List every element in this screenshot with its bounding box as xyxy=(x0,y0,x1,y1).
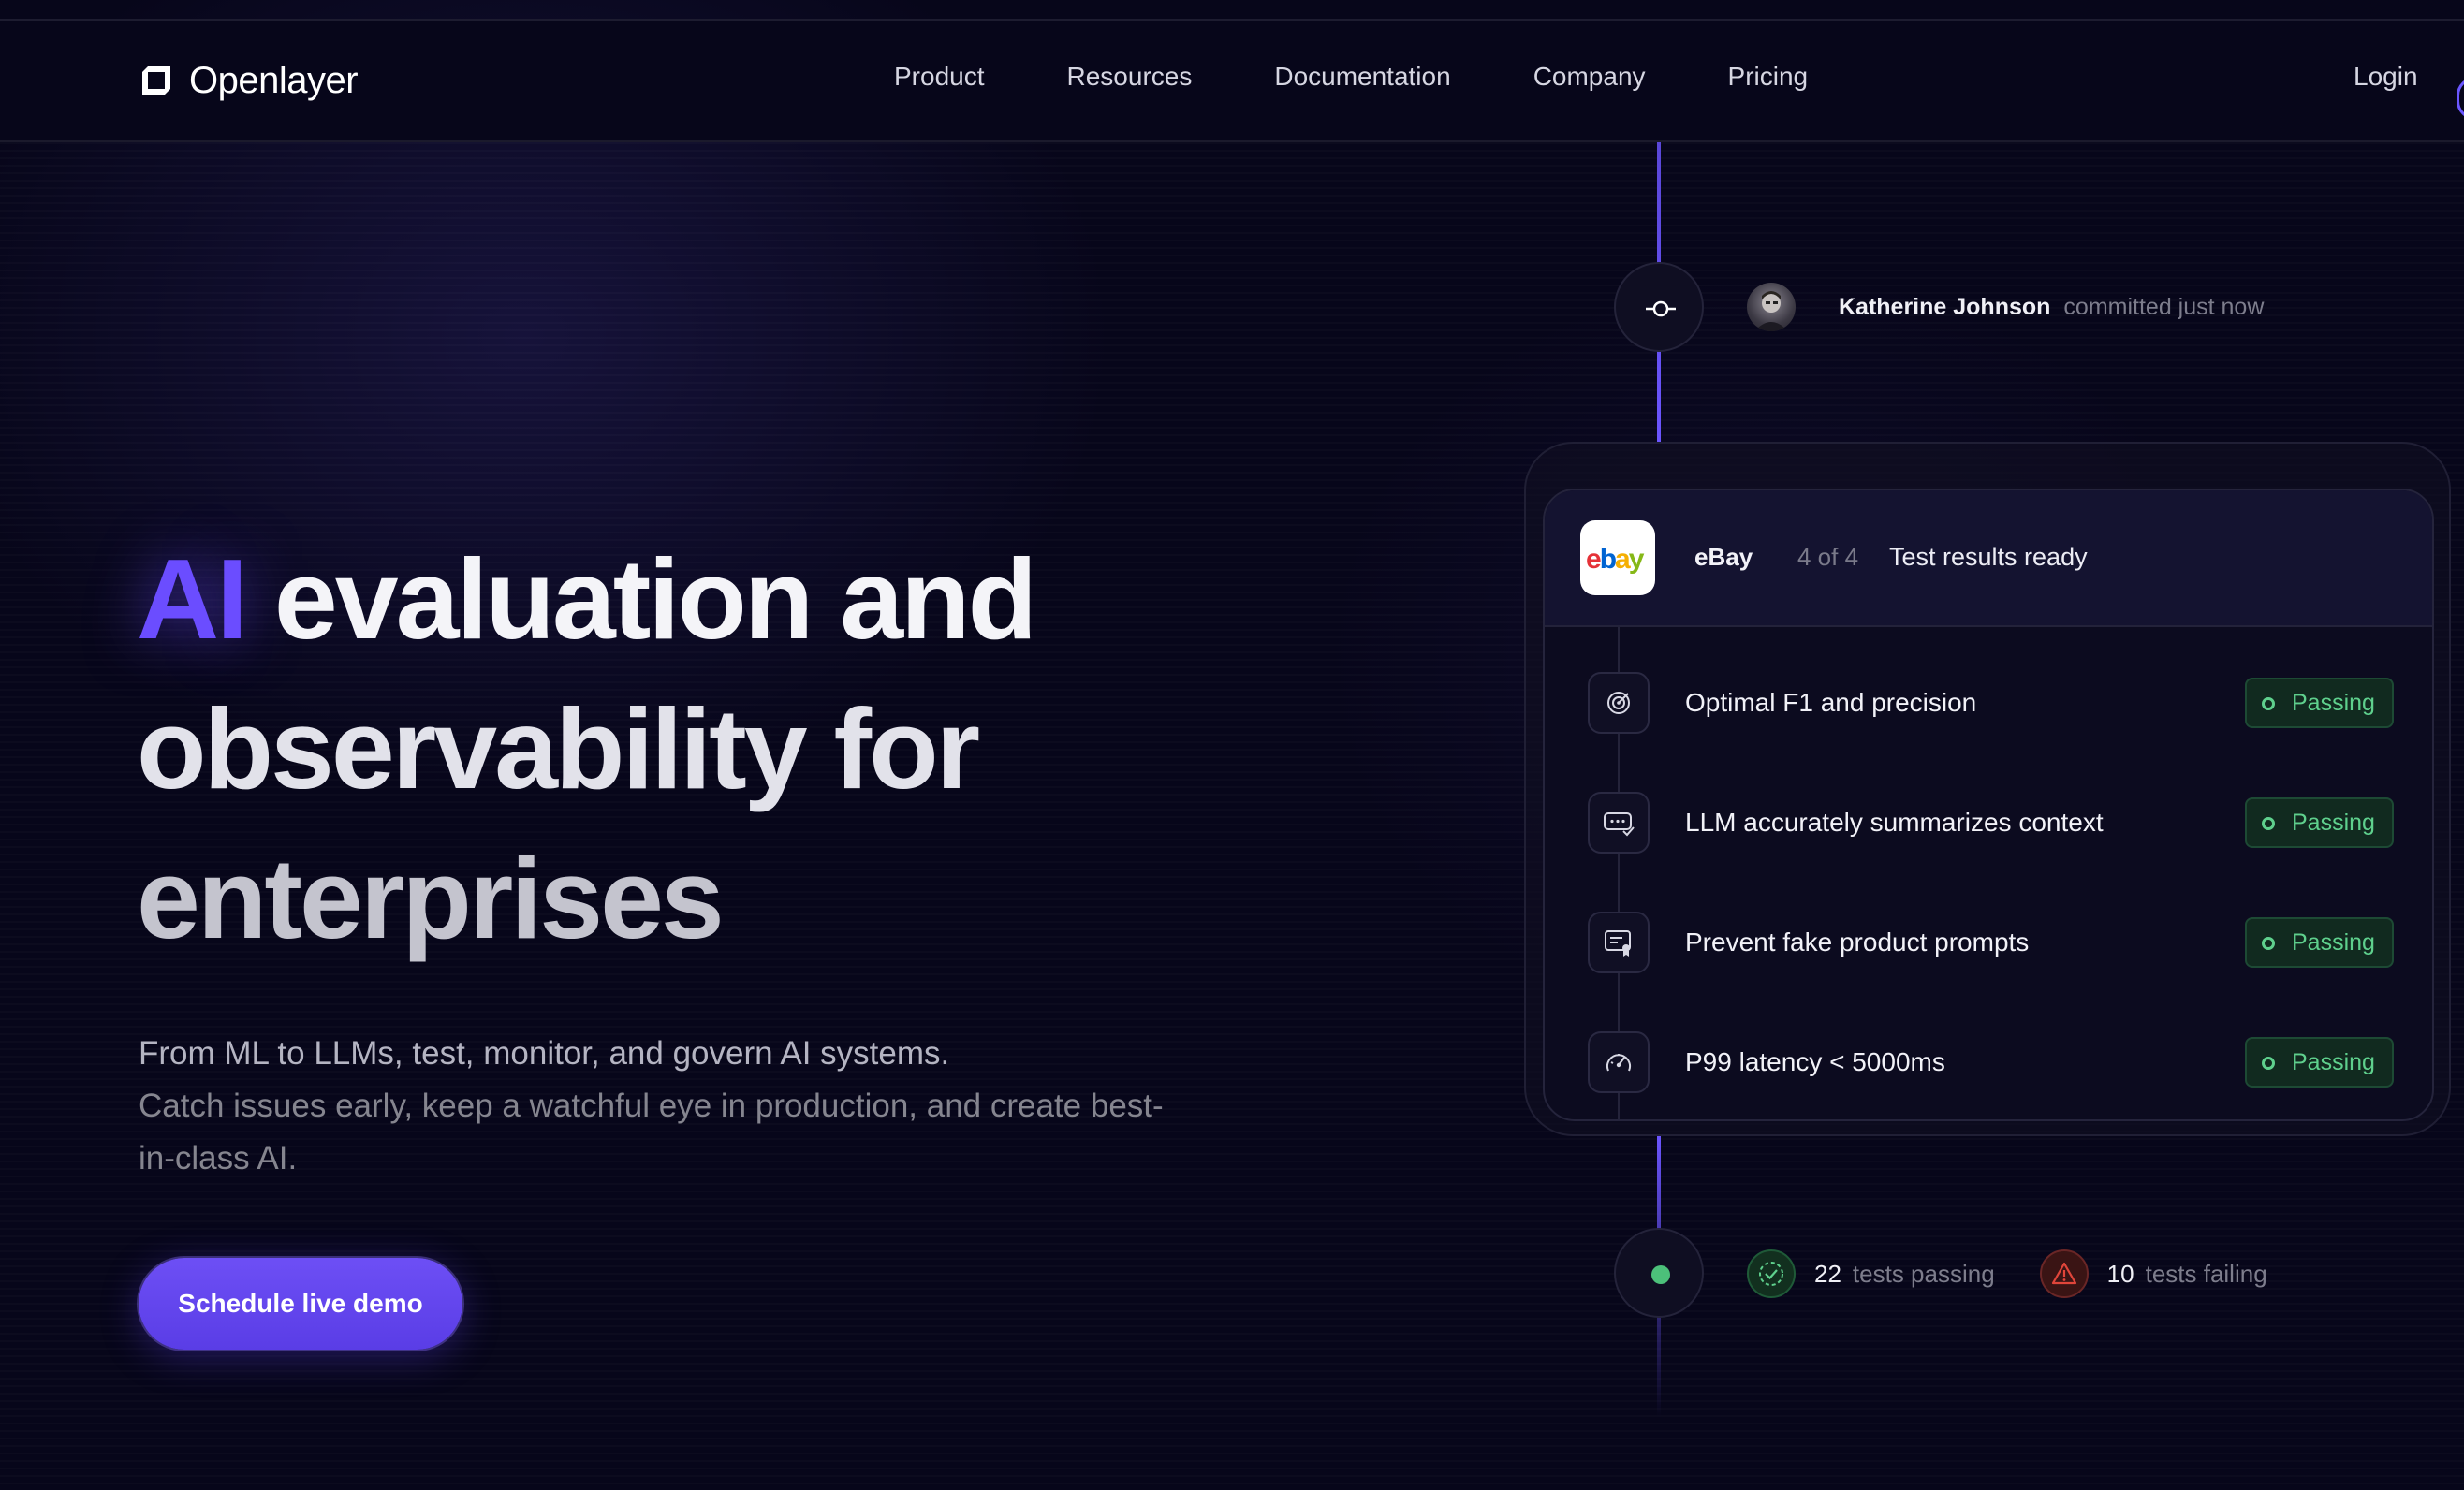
status-label: Passing xyxy=(2292,1049,2375,1075)
login-link[interactable]: Login xyxy=(2354,62,2418,92)
status-label: Passing xyxy=(2292,690,2375,716)
nav-link-pricing[interactable]: Pricing xyxy=(1728,62,1809,92)
svg-text:ebay: ebay xyxy=(1586,544,1645,575)
card-header: ebay eBay 4 of 4 Test results ready xyxy=(1545,490,2432,627)
status-dot-icon xyxy=(2262,697,2275,710)
test-row[interactable]: P99 latency < 5000ms Passing xyxy=(1545,1030,2432,1095)
test-results-card: ebay eBay 4 of 4 Test results ready Opti… xyxy=(1543,489,2434,1121)
test-row[interactable]: LLM accurately summarizes context Passin… xyxy=(1545,790,2432,855)
certificate-icon xyxy=(1588,912,1650,973)
check-circle-icon xyxy=(1747,1249,1796,1298)
status-badge: Passing xyxy=(2245,1037,2394,1088)
headline-accent: AI xyxy=(137,535,248,663)
status-dot-icon xyxy=(1651,1265,1670,1284)
openlayer-logo-icon xyxy=(137,61,176,100)
headline-line1: evaluation and xyxy=(273,535,1037,663)
top-navigation: Openlayer Product Resources Documentatio… xyxy=(0,21,2464,142)
warning-icon xyxy=(2039,1249,2089,1298)
target-icon xyxy=(1588,672,1650,734)
headline-line3: enterprises xyxy=(137,835,725,962)
nav-link-documentation[interactable]: Documentation xyxy=(1274,62,1450,92)
status-badge: Passing xyxy=(2245,678,2394,728)
status-badge: Passing xyxy=(2245,797,2394,848)
test-row[interactable]: Optimal F1 and precision Passing xyxy=(1545,670,2432,736)
summary-node xyxy=(1614,1228,1704,1318)
brand-name: Openlayer xyxy=(189,59,359,101)
commit-time: committed just now xyxy=(2063,293,2265,320)
test-name: Optimal F1 and precision xyxy=(1685,688,1977,717)
page: Openlayer Product Resources Documentatio… xyxy=(0,0,2464,1490)
nav-link-company[interactable]: Company xyxy=(1533,62,1646,92)
nav-link-product[interactable]: Product xyxy=(894,62,985,92)
chat-check-icon xyxy=(1588,792,1650,854)
status-label: Passing xyxy=(2292,929,2375,956)
ebay-logo: ebay xyxy=(1580,520,1655,595)
headline-line2: observability for xyxy=(137,685,980,812)
hero-subtitle-secondary: Catch issues early, keep a watchful eye … xyxy=(139,1088,1164,1176)
hero-subtitle-primary: From ML to LLMs, test, monitor, and gove… xyxy=(139,1035,950,1072)
schedule-demo-button[interactable]: Schedule live demo xyxy=(139,1258,462,1350)
status-label: Passing xyxy=(2292,810,2375,836)
commit-node xyxy=(1614,262,1704,352)
test-name: Prevent fake product prompts xyxy=(1685,928,2030,957)
commit-info: Katherine Johnson committed just now xyxy=(1747,281,2264,333)
status-dot-icon xyxy=(2262,817,2275,830)
status-badge: Passing xyxy=(2245,917,2394,968)
status-dot-icon xyxy=(2262,1057,2275,1070)
passing-label: tests passing xyxy=(1852,1259,1995,1288)
test-row[interactable]: Prevent fake product prompts Passing xyxy=(1545,910,2432,975)
test-name: P99 latency < 5000ms xyxy=(1685,1047,1945,1076)
results-status: Test results ready xyxy=(1889,543,2088,571)
test-summary: 22 tests passing 10 tests failing xyxy=(1747,1249,2312,1299)
test-name: LLM accurately summarizes context xyxy=(1685,808,2104,837)
failing-count: 10 xyxy=(2106,1259,2134,1288)
nav-links: Product Resources Documentation Company … xyxy=(894,62,1808,92)
status-dot-icon xyxy=(2262,937,2275,950)
commit-icon xyxy=(1646,300,1676,317)
failing-label: tests failing xyxy=(2145,1259,2267,1288)
passing-count: 22 xyxy=(1814,1259,1841,1288)
author-avatar xyxy=(1747,283,1796,331)
test-count: 4 of 4 xyxy=(1797,543,1859,571)
brand-logo[interactable]: Openlayer xyxy=(137,58,359,103)
project-name: eBay xyxy=(1694,543,1753,571)
nav-link-resources[interactable]: Resources xyxy=(1067,62,1193,92)
commit-author: Katherine Johnson xyxy=(1839,293,2051,320)
gauge-icon xyxy=(1588,1031,1650,1093)
hero-headline: AI evaluation and observability for ente… xyxy=(137,524,1213,973)
nav-cta-button-partial[interactable] xyxy=(2457,77,2464,120)
